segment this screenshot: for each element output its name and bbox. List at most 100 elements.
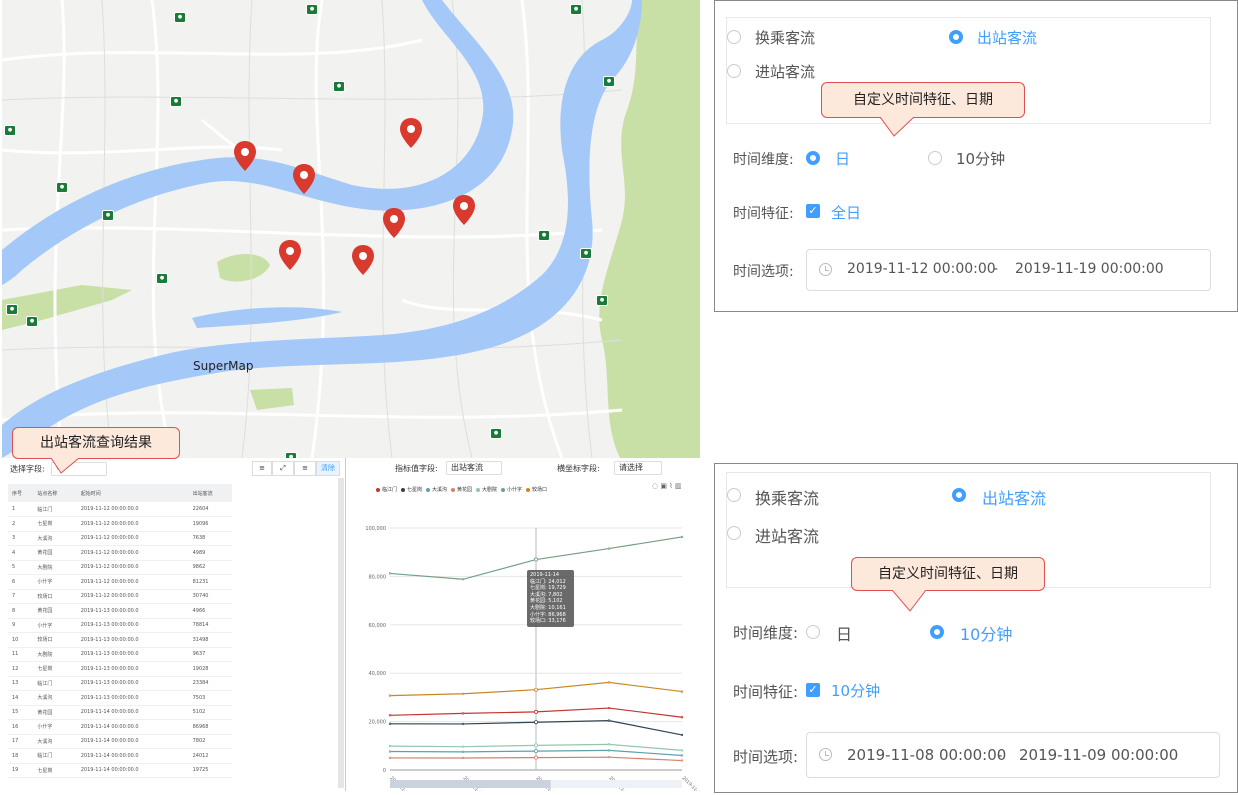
map-watermark: SuperMap — [193, 359, 254, 373]
query-result-table-pane: 选择字段: ▾ ≡ ⤢ ≡ 清除 序号站点名称起始时间出站客流 1临江门2019… — [2, 458, 346, 791]
metro-station-icon[interactable]: ● — [26, 316, 38, 327]
date-start[interactable]: 2019-11-08 00:00:00 — [847, 746, 1006, 764]
table-row[interactable]: 17 大溪沟 2019-11-14 00:00:00.0 7802 — [8, 734, 232, 749]
line-chart[interactable]: 0 20,000 40,000 60,000 80,000 100,000 2019-11-… — [350, 458, 700, 791]
data-point — [607, 681, 611, 684]
table-row[interactable]: 7 较场口 2019-11-12 00:00:00.0 30740 — [8, 589, 232, 604]
map-pin-icon[interactable] — [350, 243, 376, 277]
date-start[interactable]: 2019-11-12 00:00:00 — [847, 261, 996, 277]
table-cell: 7 — [8, 589, 34, 604]
metro-station-icon[interactable]: ● — [102, 210, 114, 221]
date-end[interactable]: 2019-11-09 00:00:00 — [1019, 746, 1178, 764]
map-pin-icon[interactable] — [398, 116, 424, 150]
table-row[interactable]: 4 黄花园 2019-11-12 00:00:00.0 4989 — [8, 545, 232, 561]
data-point — [533, 749, 538, 754]
metro-station-icon[interactable]: ● — [490, 428, 502, 439]
table-row[interactable]: 14 大溪沟 2019-11-13 00:00:00.0 7503 — [8, 690, 232, 706]
table-cell: 12 — [8, 661, 34, 677]
option-transfer-flow[interactable]: 换乘客流 — [755, 485, 819, 509]
callout-tail — [51, 458, 80, 474]
metro-station-icon[interactable]: ● — [170, 96, 182, 107]
map-pin-icon[interactable] — [291, 162, 317, 196]
option-10min[interactable]: 10分钟 — [956, 148, 1005, 169]
table-row[interactable]: 16 小什字 2019-11-14 00:00:00.0 86968 — [8, 719, 232, 735]
data-point — [461, 756, 465, 760]
table-row[interactable]: 6 小什字 2019-11-12 00:00:00.0 81231 — [8, 574, 232, 590]
date-end[interactable]: 2019-11-19 00:00:00 — [1015, 261, 1164, 277]
time-feature-value: 10分钟 — [831, 682, 881, 700]
option-exit-flow[interactable]: 出站客流 — [982, 485, 1046, 509]
table-row[interactable]: 2 七星岗 2019-11-12 00:00:00.0 19096 — [8, 516, 232, 532]
radio-transfer-flow[interactable] — [727, 30, 741, 44]
table-row[interactable]: 15 黄花园 2019-11-14 00:00:00.0 5102 — [8, 705, 232, 720]
map-pin-icon[interactable] — [381, 206, 407, 240]
table-row[interactable]: 1 临江门 2019-11-12 00:00:00.0 22604 — [8, 502, 232, 517]
metro-station-icon[interactable]: ● — [538, 230, 550, 241]
map-pin-icon[interactable] — [451, 193, 477, 227]
data-point — [607, 719, 611, 722]
table-row[interactable]: 10 较场口 2019-11-13 00:00:00.0 31498 — [8, 632, 232, 648]
column-header[interactable]: 序号 — [8, 484, 34, 502]
radio-exit-flow[interactable] — [952, 488, 966, 502]
table-toolbar-button[interactable]: ≡ — [252, 461, 272, 476]
table-row[interactable]: 12 七星岗 2019-11-13 00:00:00.0 19028 — [8, 661, 232, 677]
table-row[interactable]: 9 小什字 2019-11-13 00:00:00.0 78814 — [8, 618, 232, 633]
table-row[interactable]: 18 临江门 2019-11-14 00:00:00.0 24012 — [8, 748, 232, 764]
table-row[interactable]: 8 黄花园 2019-11-13 00:00:00.0 4966 — [8, 603, 232, 619]
table-cell: 黄花园 — [33, 603, 77, 619]
date-separator: - — [993, 261, 999, 277]
radio-entry-flow[interactable] — [727, 64, 741, 78]
option-entry-flow[interactable]: 进站客流 — [755, 523, 819, 547]
radio-day[interactable] — [806, 151, 820, 165]
metro-station-icon[interactable]: ● — [580, 248, 592, 259]
metro-station-icon[interactable]: ● — [156, 273, 168, 284]
radio-entry-flow[interactable] — [727, 526, 741, 540]
option-day[interactable]: 日 — [836, 621, 852, 645]
date-range-picker[interactable]: 2019-11-12 00:00:00 - 2019-11-19 00:00:0… — [806, 249, 1211, 291]
table-row[interactable]: 5 大剧院 2019-11-12 00:00:00.0 9862 — [8, 560, 232, 575]
metro-station-icon[interactable]: ● — [570, 4, 582, 15]
table-row[interactable]: 13 临江门 2019-11-13 00:00:00.0 23384 — [8, 676, 232, 691]
metro-station-icon[interactable]: ● — [333, 81, 345, 92]
metro-station-icon[interactable]: ● — [596, 295, 608, 306]
table-scrollbar[interactable] — [338, 478, 344, 788]
map-view[interactable]: ● ● ● ● ● ● ● ● ● ● ● ● ● ● ● ● ● SuperM… — [2, 0, 700, 458]
metro-station-icon[interactable]: ● — [4, 125, 16, 136]
data-point — [388, 756, 392, 760]
select-field-label: 选择字段: — [10, 464, 45, 474]
option-transfer-flow[interactable]: 换乘客流 — [755, 27, 815, 48]
map-pin-icon[interactable] — [232, 139, 258, 173]
radio-exit-flow[interactable] — [949, 30, 963, 44]
radio-10min[interactable] — [928, 151, 942, 165]
table-cell: 10 — [8, 632, 34, 648]
radio-transfer-flow[interactable] — [727, 488, 741, 502]
chart-pane: 指标值字段: 出站客流 横坐标字段: 请选择 ◌ ▣ ⌇ ▥ 临江门 七星岗 大溪沟… — [350, 458, 700, 791]
table-row[interactable]: 11 大剧院 2019-11-13 00:00:00.0 9637 — [8, 647, 232, 662]
metro-station-icon[interactable]: ● — [6, 304, 18, 315]
map-pin-icon[interactable] — [277, 238, 303, 272]
time-feature-checkbox[interactable]: ✓ — [806, 204, 820, 218]
column-header[interactable]: 起始时间 — [76, 484, 189, 502]
radio-day[interactable] — [806, 625, 820, 639]
option-day[interactable]: 日 — [835, 148, 850, 169]
column-header[interactable]: 站点名称 — [33, 484, 77, 502]
table-toolbar-button[interactable]: ≡ — [294, 461, 316, 476]
option-10min[interactable]: 10分钟 — [960, 621, 1012, 645]
metro-station-icon[interactable]: ● — [174, 12, 186, 23]
radio-10min[interactable] — [930, 625, 944, 639]
table-row[interactable]: 3 大溪沟 2019-11-12 00:00:00.0 7638 — [8, 531, 232, 546]
metro-station-icon[interactable]: ● — [306, 4, 318, 15]
time-feature-label: 时间特征: — [733, 206, 794, 222]
table-row[interactable]: 19 七星岗 2019-11-14 00:00:00.0 19725 — [8, 763, 232, 778]
time-feature-checkbox[interactable]: ✓ — [806, 683, 820, 697]
option-exit-flow[interactable]: 出站客流 — [977, 27, 1037, 48]
clear-button[interactable]: 清除 — [316, 461, 340, 476]
option-entry-flow[interactable]: 进站客流 — [755, 61, 815, 82]
table-toolbar-button[interactable]: ⤢ — [272, 461, 294, 476]
metro-station-icon[interactable]: ● — [603, 76, 615, 87]
metro-station-icon[interactable]: ● — [56, 182, 68, 193]
table-cell: 7802 — [188, 734, 232, 749]
table-cell: 19028 — [188, 661, 232, 677]
column-header[interactable]: 出站客流 — [188, 484, 232, 502]
date-range-picker[interactable]: 2019-11-08 00:00:00 - 2019-11-09 00:00:0… — [806, 732, 1220, 778]
